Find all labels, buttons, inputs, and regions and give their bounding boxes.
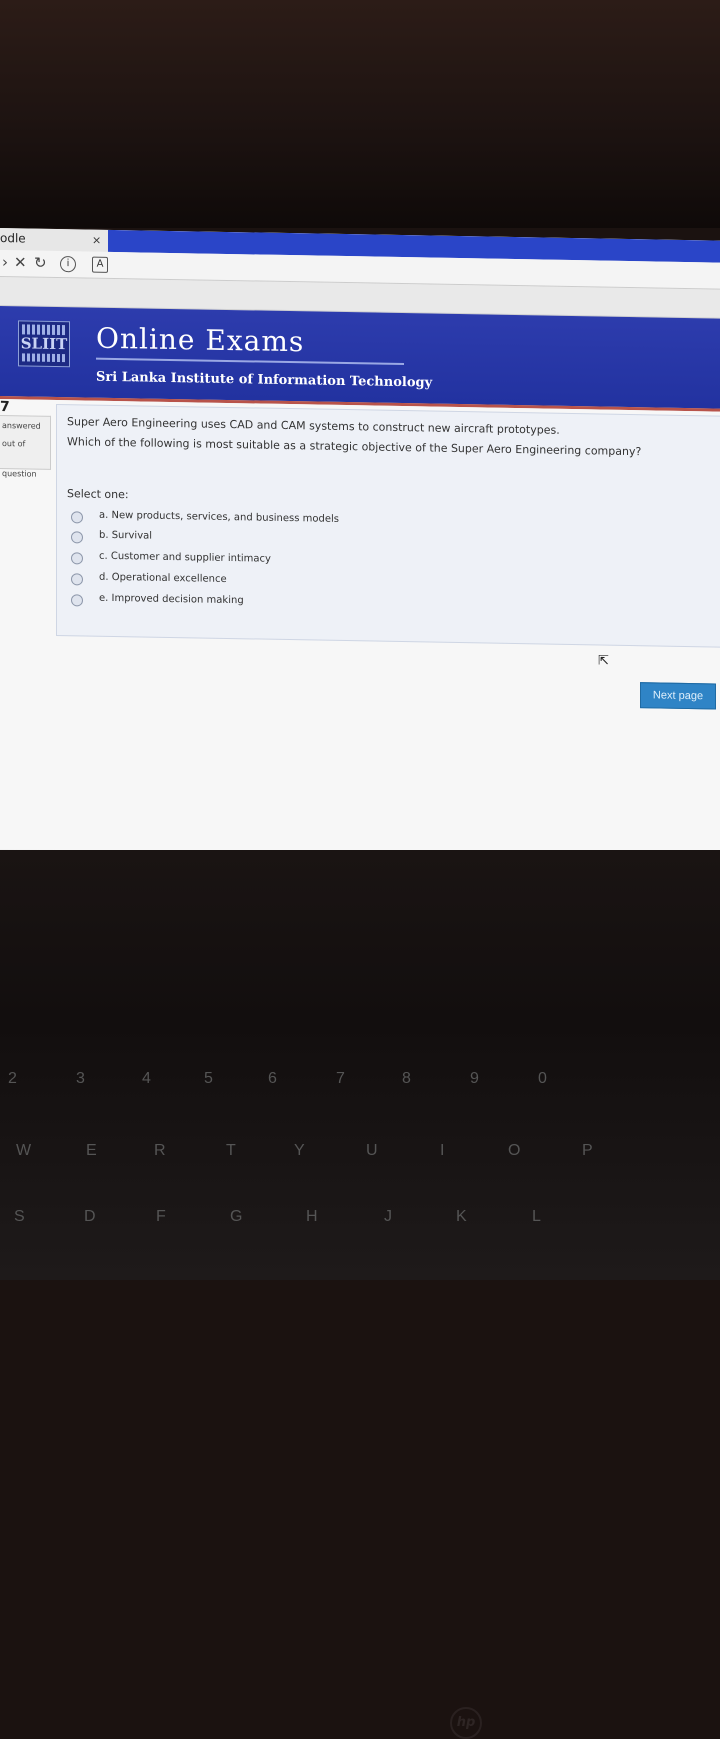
mark-label: out of <box>2 439 26 449</box>
key: R <box>154 1142 166 1159</box>
reload-icon[interactable]: ↻ <box>34 254 47 272</box>
answer-label[interactable]: c. Customer and supplier intimacy <box>99 551 271 565</box>
home-key-row: S D F G H J K L <box>0 1208 720 1248</box>
key: S <box>14 1208 25 1225</box>
answer-label[interactable]: b. Survival <box>99 530 152 542</box>
back-icon[interactable]: › <box>2 253 8 271</box>
tab-close-icon[interactable]: × <box>92 234 101 247</box>
status-label: answered <box>2 421 41 431</box>
key: I <box>440 1142 445 1159</box>
key: F <box>156 1208 166 1225</box>
key: 9 <box>470 1070 479 1087</box>
browser-tab-title[interactable]: odle <box>0 231 26 245</box>
key: T <box>226 1142 236 1159</box>
key: P <box>582 1142 593 1159</box>
radio-button[interactable] <box>71 573 83 586</box>
select-one-label: Select one: <box>67 487 129 502</box>
key: 0 <box>538 1070 547 1087</box>
mouse-cursor-icon: ⇱ <box>598 653 609 669</box>
answer-label[interactable]: a. New products, services, and business … <box>99 510 339 525</box>
number-key-row: 2 3 4 5 6 7 8 9 0 <box>0 1070 720 1110</box>
reader-icon[interactable]: A <box>92 256 108 273</box>
top-letter-key-row: W E R T Y U I O P <box>0 1142 720 1182</box>
page-title: Online Exams <box>96 321 305 359</box>
key: E <box>86 1142 97 1159</box>
sliit-logo: SLIIT <box>18 320 70 368</box>
key: J <box>384 1208 392 1225</box>
next-page-button[interactable]: Next page <box>640 682 716 710</box>
key: G <box>230 1208 243 1225</box>
key: 5 <box>204 1070 213 1087</box>
key: U <box>366 1142 378 1159</box>
laptop-keyboard: hp 2 3 4 5 6 7 8 9 0 W E R T Y U I O P S… <box>0 850 720 1739</box>
logo-pattern-bottom <box>22 353 66 363</box>
radio-button[interactable] <box>71 531 83 544</box>
institute-name: Sri Lanka Institute of Information Techn… <box>96 369 433 391</box>
quiz-content: 7 answered out of question Super Aero En… <box>0 399 720 862</box>
key: 6 <box>268 1070 277 1087</box>
key: W <box>16 1142 32 1159</box>
key: 7 <box>336 1070 345 1087</box>
screen-bezel <box>0 0 720 228</box>
radio-button[interactable] <box>71 552 83 565</box>
radio-button[interactable] <box>71 511 83 524</box>
key: O <box>508 1142 521 1159</box>
hp-logo: hp <box>450 1707 482 1739</box>
question-text-line-1: Super Aero Engineering uses CAD and CAM … <box>67 415 560 437</box>
info-icon[interactable]: i <box>60 256 76 273</box>
key: D <box>84 1208 96 1225</box>
key: Y <box>294 1142 305 1159</box>
answer-label[interactable]: d. Operational excellence <box>99 572 227 585</box>
key: H <box>306 1208 318 1225</box>
title-divider <box>96 357 404 366</box>
key: 2 <box>8 1070 17 1087</box>
key: L <box>532 1208 541 1225</box>
key: 8 <box>402 1070 411 1087</box>
laptop-screen: odle × › ✕ ↻ i A SLIIT Online Exams Sri … <box>0 228 720 863</box>
question-text-line-2: Which of the following is most suitable … <box>67 435 642 459</box>
question-number: 7 <box>0 399 10 416</box>
answer-label[interactable]: e. Improved decision making <box>99 593 244 607</box>
site-banner: SLIIT Online Exams Sri Lanka Institute o… <box>0 306 720 412</box>
question-card: Super Aero Engineering uses CAD and CAM … <box>56 403 720 648</box>
flag-question-link[interactable]: question <box>2 469 37 479</box>
logo-lettering: SLIIT <box>20 334 68 354</box>
radio-button[interactable] <box>71 594 83 607</box>
stop-icon[interactable]: ✕ <box>14 253 27 271</box>
key: K <box>456 1208 467 1225</box>
key: 4 <box>142 1070 151 1087</box>
key: 3 <box>76 1070 85 1087</box>
